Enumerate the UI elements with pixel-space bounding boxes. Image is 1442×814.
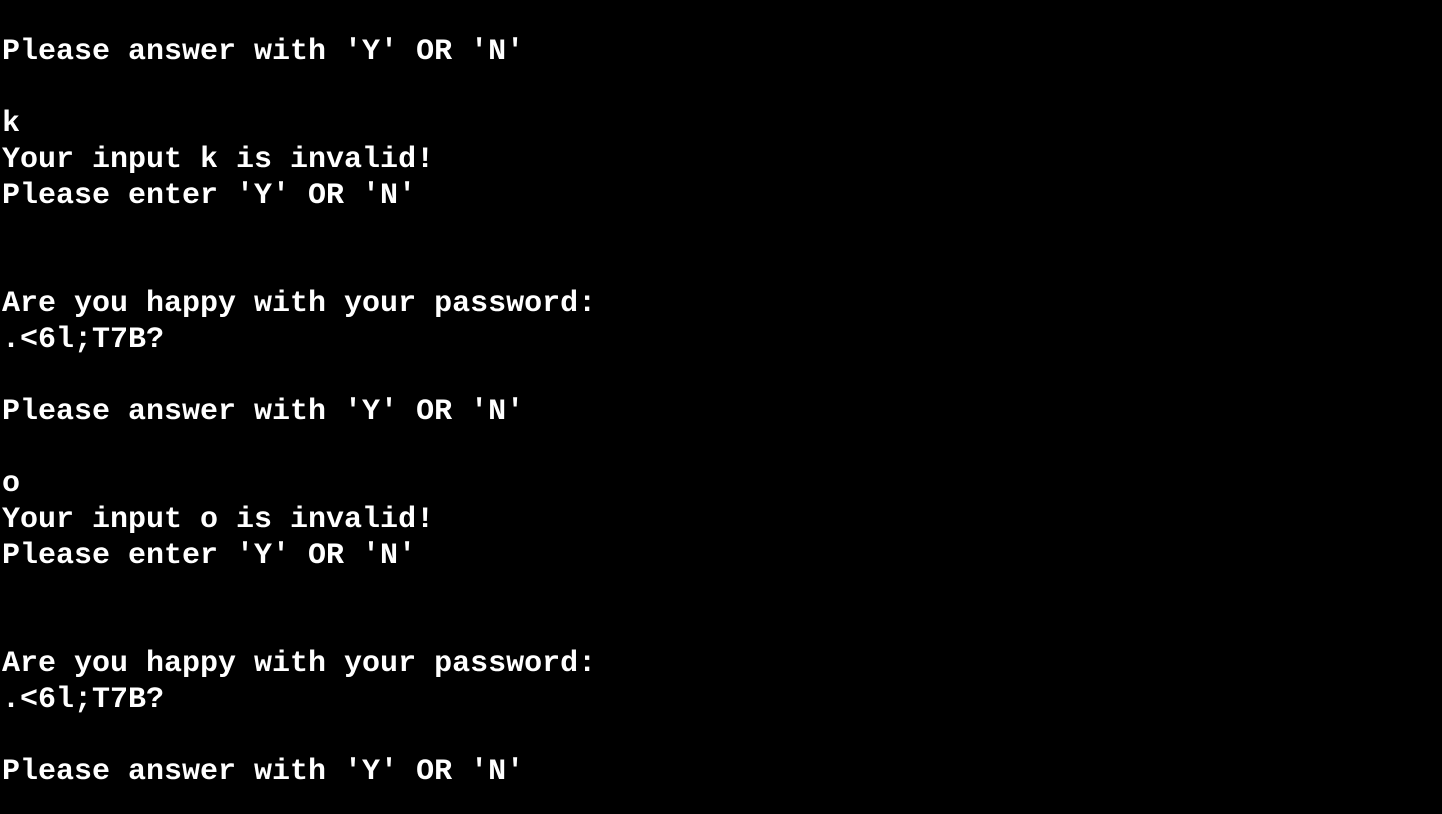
terminal-line: k xyxy=(2,107,21,141)
terminal-line: o xyxy=(2,467,21,501)
terminal-line: Are you happy with your password: xyxy=(2,287,597,321)
terminal-line: Please enter 'Y' OR 'N' xyxy=(2,179,417,213)
terminal-line: .<6l;T7B? xyxy=(2,323,165,357)
terminal-output[interactable]: Please answer with 'Y' OR 'N' k Your inp… xyxy=(0,0,1442,814)
terminal-line: Your input k is invalid! xyxy=(2,143,435,177)
terminal-line: .<6l;T7B? xyxy=(2,683,165,717)
terminal-line: Please enter 'Y' OR 'N' xyxy=(2,539,417,573)
terminal-line: Please answer with 'Y' OR 'N' xyxy=(2,35,525,69)
terminal-line: Please answer with 'Y' OR 'N' xyxy=(2,395,525,429)
terminal-line: Please answer with 'Y' OR 'N' xyxy=(2,755,525,789)
terminal-line: Are you happy with your password: xyxy=(2,647,597,681)
terminal-line: Your input o is invalid! xyxy=(2,503,435,537)
